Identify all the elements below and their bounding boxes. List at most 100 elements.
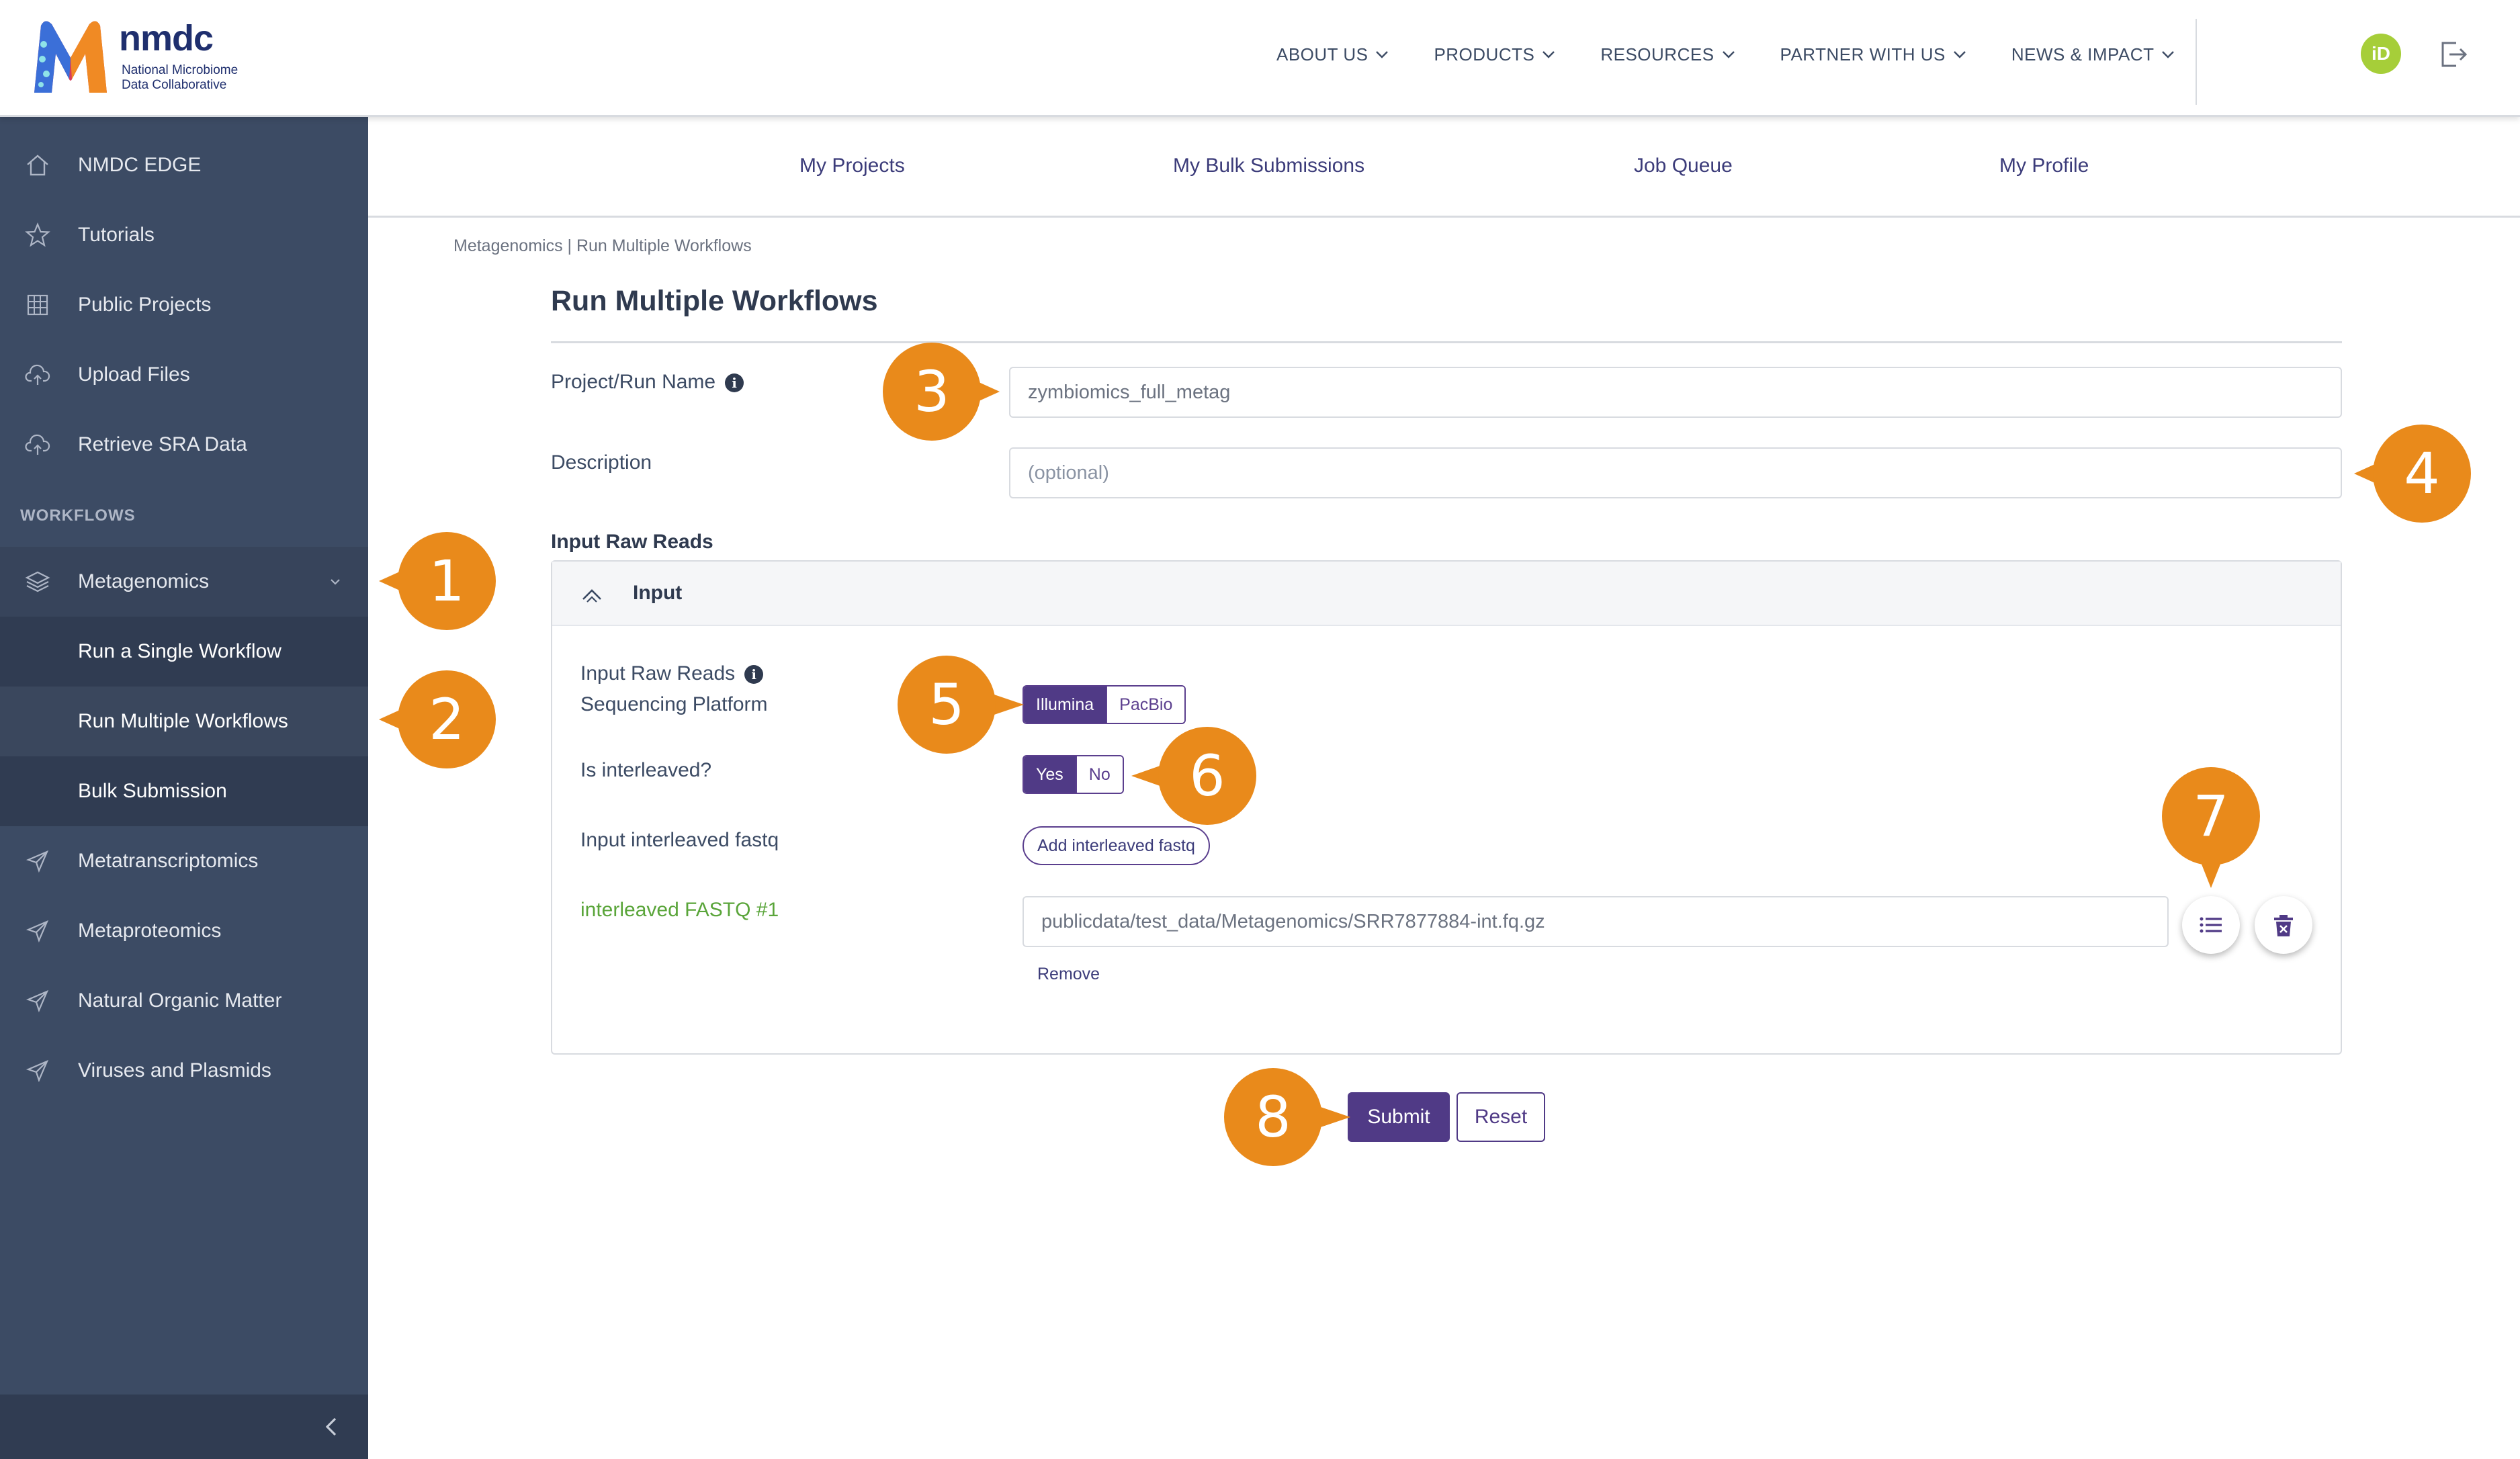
cloud-upload-icon — [25, 364, 50, 385]
home-icon — [27, 154, 48, 176]
sidebar-item-label: Metaproteomics — [78, 920, 222, 942]
project-name-input[interactable] — [1009, 367, 2342, 418]
nmdc-logo[interactable]: nmdc National Microbiome Data Collaborat… — [30, 17, 259, 98]
sidebar-item-retrieve-sra-data[interactable]: Retrieve SRA Data — [0, 410, 368, 480]
title-divider — [551, 341, 2342, 343]
logo-subtitle: National Microbiome Data Collaborative — [122, 63, 269, 93]
callout-marker-1: 1 — [379, 532, 496, 630]
callout-marker-7: 7 — [2162, 767, 2260, 888]
platform-label: Input Raw Reads i Sequencing Platform — [580, 658, 768, 720]
sidebar-item-label: NMDC EDGE — [78, 154, 202, 176]
sidebar-item-public-projects[interactable]: Public Projects — [0, 270, 368, 340]
topnav-label: PARTNER WITH US — [1780, 44, 1946, 64]
platform-pacbio-button[interactable]: PacBio — [1106, 687, 1185, 723]
sidebar-item-label: Retrieve SRA Data — [78, 433, 247, 455]
subnav-my-bulk-submissions[interactable]: My Bulk Submissions — [1173, 154, 1364, 177]
page-title: Run Multiple Workflows — [551, 285, 878, 317]
send-icon — [26, 850, 49, 873]
sub-nav: My Projects My Bulk Submissions Job Queu… — [368, 117, 2520, 218]
platform-illumina-button[interactable]: Illumina — [1024, 687, 1106, 723]
cloud-upload-icon — [25, 434, 50, 455]
callout-number: 5 — [928, 672, 965, 738]
callout-marker-6: 6 — [1131, 727, 1256, 825]
info-icon[interactable]: i — [725, 373, 744, 393]
star-icon — [25, 222, 50, 247]
logo-subtitle-line2: Data Collaborative — [122, 78, 227, 92]
send-icon — [26, 989, 49, 1013]
layers-icon — [25, 571, 50, 592]
chevron-down-icon — [1722, 51, 1735, 58]
header-divider — [2196, 19, 2197, 105]
subnav-job-queue[interactable]: Job Queue — [1634, 154, 1733, 177]
input-card-title: Input — [633, 582, 683, 604]
platform-label-line2: Sequencing Platform — [580, 693, 768, 715]
send-icon — [26, 920, 49, 943]
topnav-label: ABOUT US — [1276, 44, 1368, 64]
sidebar-item-label: Metatranscriptomics — [78, 850, 259, 872]
sidebar-item-label: Tutorials — [78, 224, 155, 246]
sidebar-item-label: Viruses and Plasmids — [78, 1059, 271, 1081]
interleaved-toggle: Yes No — [1023, 755, 1124, 794]
sidebar-item-metatranscriptomics[interactable]: Metatranscriptomics — [0, 826, 368, 896]
sidebar-item-upload-files[interactable]: Upload Files — [0, 340, 368, 410]
logout-icon[interactable] — [2436, 38, 2470, 71]
description-input[interactable] — [1009, 447, 2342, 498]
sidebar-item-viruses-and-plasmids[interactable]: Viruses and Plasmids — [0, 1036, 368, 1106]
callout-marker-4: 4 — [2354, 425, 2471, 523]
breadcrumb: Metagenomics | Run Multiple Workflows — [453, 236, 752, 255]
remove-fastq-link[interactable]: Remove — [1037, 965, 1100, 984]
sidebar-section-title: WORKFLOWS — [20, 506, 136, 525]
chevron-left-icon[interactable] — [320, 1415, 344, 1439]
callout-number: 8 — [1255, 1084, 1291, 1150]
fastq-item-label: interleaved FASTQ #1 — [580, 899, 779, 921]
fastq-path-input[interactable]: publicdata/test_data/Metagenomics/SRR787… — [1023, 896, 2169, 947]
sidebar-item-metaproteomics[interactable]: Metaproteomics — [0, 896, 368, 966]
topnav-partner-with-us[interactable]: PARTNER WITH US — [1780, 38, 1967, 71]
callout-number: 3 — [914, 359, 950, 425]
sidebar-item-bulk-submission[interactable]: Bulk Submission — [0, 756, 368, 826]
orcid-icon[interactable]: iD — [2361, 34, 2401, 74]
grid-icon — [27, 294, 48, 316]
callout-marker-2: 2 — [379, 670, 496, 768]
sidebar-footer — [0, 1395, 368, 1459]
input-card-header[interactable]: Input — [552, 562, 2341, 626]
browse-files-button[interactable] — [2182, 896, 2240, 954]
chevron-down-icon — [1376, 51, 1389, 58]
callout-marker-8: 8 — [1224, 1068, 1350, 1166]
info-icon[interactable]: i — [744, 665, 764, 684]
callout-marker-3: 3 — [883, 343, 1000, 441]
topnav-resources[interactable]: RESOURCES — [1600, 38, 1735, 71]
sidebar-item-label: Run a Single Workflow — [78, 640, 281, 662]
sidebar-item-run-multiple-workflows[interactable]: Run Multiple Workflows — [0, 687, 368, 756]
input-card: Input — [551, 560, 2342, 1055]
trash-icon — [2274, 915, 2293, 936]
interleaved-yes-button[interactable]: Yes — [1024, 756, 1076, 793]
top-header: nmdc National Microbiome Data Collaborat… — [0, 0, 2520, 117]
sidebar-item-nmdc-edge[interactable]: NMDC EDGE — [0, 130, 368, 200]
description-label: Description — [551, 451, 652, 474]
callout-number: 4 — [2404, 441, 2440, 506]
project-name-label: Project/Run Name i — [551, 371, 744, 394]
topnav-products[interactable]: PRODUCTS — [1434, 38, 1556, 71]
add-interleaved-fastq-button[interactable]: Add interleaved fastq — [1023, 826, 1210, 865]
topnav-news-impact[interactable]: NEWS & IMPACT — [2011, 38, 2176, 71]
sidebar-item-run-single-workflow[interactable]: Run a Single Workflow — [0, 617, 368, 687]
sidebar: NMDC EDGE Tutorials Public Projects Uplo… — [0, 117, 368, 1459]
submit-button[interactable]: Submit — [1348, 1092, 1450, 1142]
topnav-about-us[interactable]: ABOUT US — [1276, 38, 1389, 71]
delete-fastq-button[interactable] — [2255, 896, 2312, 954]
sidebar-item-tutorials[interactable]: Tutorials — [0, 200, 368, 270]
send-icon — [26, 1059, 49, 1083]
sidebar-item-label: Bulk Submission — [78, 780, 227, 802]
list-icon — [2200, 917, 2222, 933]
sidebar-item-label: Public Projects — [78, 294, 212, 316]
sidebar-item-natural-organic-matter[interactable]: Natural Organic Matter — [0, 966, 368, 1036]
chevron-down-icon — [331, 579, 340, 585]
interleaved-no-button[interactable]: No — [1075, 756, 1123, 793]
chevron-down-icon — [1954, 51, 1966, 58]
subnav-my-profile[interactable]: My Profile — [1999, 154, 2089, 177]
reset-button[interactable]: Reset — [1457, 1092, 1545, 1142]
subnav-my-projects[interactable]: My Projects — [799, 154, 905, 177]
sidebar-item-label: Natural Organic Matter — [78, 989, 282, 1012]
sidebar-item-metagenomics[interactable]: Metagenomics — [0, 547, 368, 617]
